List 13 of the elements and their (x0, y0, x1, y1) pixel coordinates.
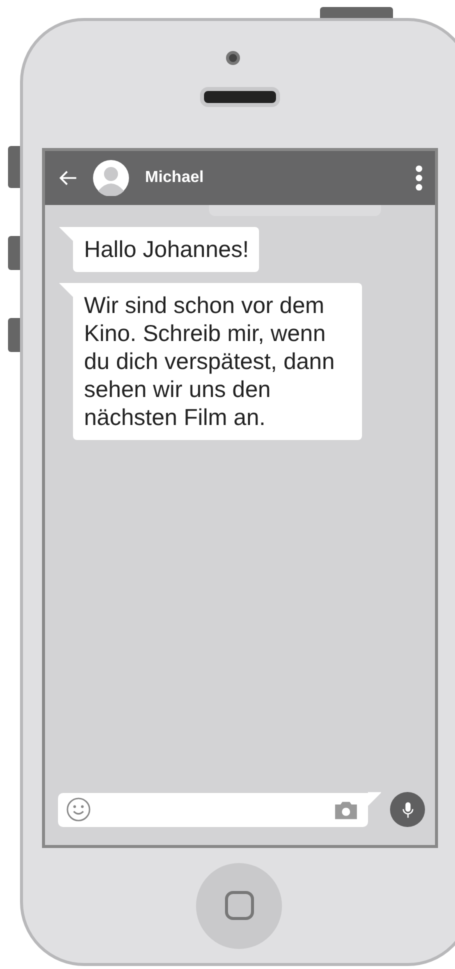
bubble-tail-drawing (59, 283, 73, 297)
more-options-icon[interactable] (415, 165, 423, 191)
avatar-icon (93, 160, 129, 196)
bubble-tail-drawing (59, 227, 73, 241)
microphone-icon (402, 800, 414, 818)
camera-icon[interactable] (334, 800, 358, 820)
message-bubble: Wir sind schon vor dem Kino. Schreib mir, wenn du dich verspätest, dann sehen wir uns den nächsten Film an. (73, 283, 362, 440)
camera-icon (226, 51, 240, 65)
emoji-icon[interactable] (66, 797, 91, 822)
message-bubble: Hallo Johannes! (73, 227, 259, 272)
contact-name: Michael (145, 169, 205, 187)
message-input-field[interactable] (58, 792, 368, 826)
microphone-button[interactable] (390, 792, 425, 827)
